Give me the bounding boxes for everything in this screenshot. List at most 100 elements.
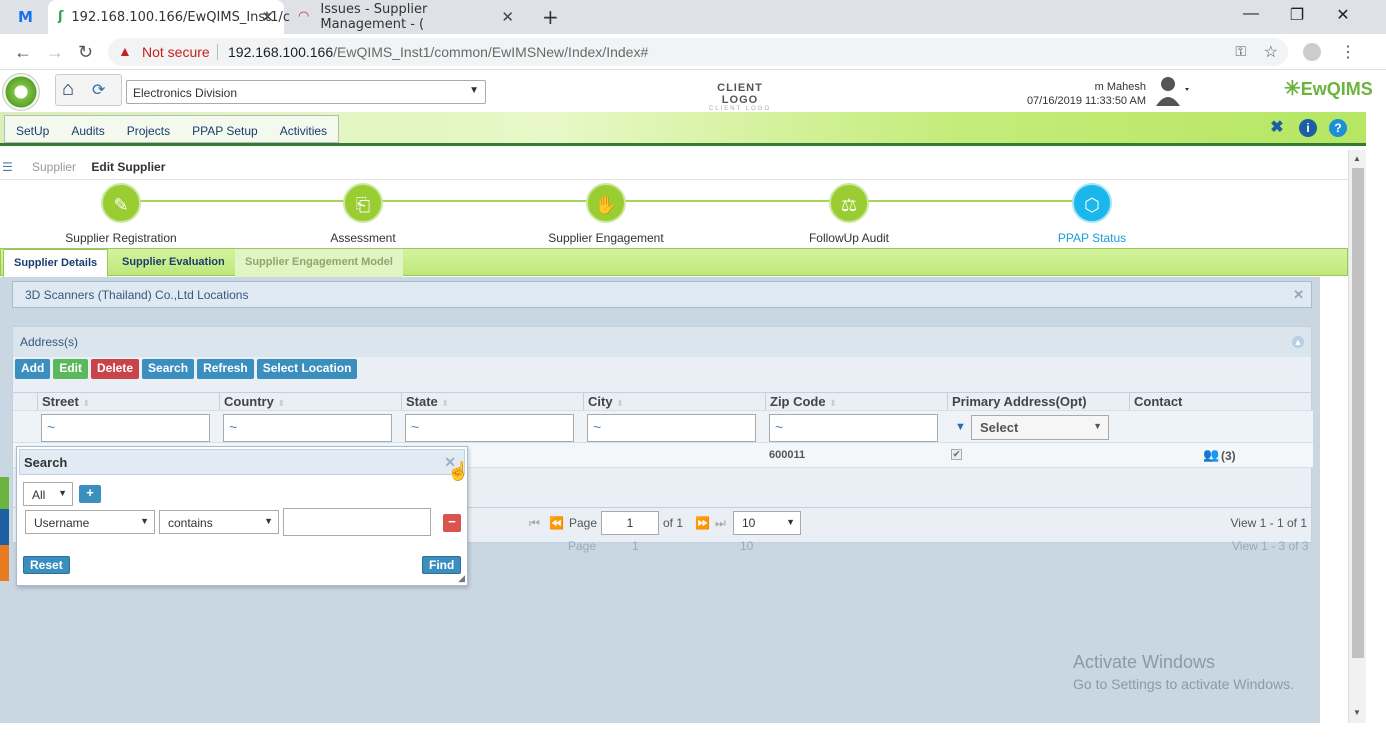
tab-supplier-evaluation[interactable]: Supplier Evaluation	[112, 249, 235, 277]
close-window-icon[interactable]: ✕	[1320, 5, 1366, 25]
tab-supplier-details[interactable]: Supplier Details	[3, 249, 109, 278]
help-icon[interactable]: ?	[1329, 119, 1347, 137]
col-zip-code[interactable]: Zip Code ⬍	[765, 393, 947, 411]
reset-button[interactable]: Reset	[23, 556, 70, 574]
side-color-strips	[0, 477, 9, 581]
forward-icon[interactable]: →	[46, 42, 64, 63]
filter-zip-code[interactable]: ~	[769, 414, 938, 442]
last-page-icon[interactable]: ⏭	[715, 516, 726, 531]
key-icon[interactable]: ⚿	[1235, 43, 1246, 60]
search-button[interactable]: Search	[142, 359, 195, 379]
refresh-icon[interactable]: ⟳	[92, 80, 105, 100]
minimize-icon[interactable]: —	[1228, 5, 1274, 23]
step-ppap-status[interactable]: ⬡ PPAP Status	[1002, 183, 1182, 245]
breadcrumb-supplier[interactable]: Supplier	[32, 160, 76, 174]
first-page-icon[interactable]: ⏮	[529, 516, 540, 531]
search-dialog: Search ✕ All ▼ + Username ▼ contains ▼ −…	[16, 446, 468, 586]
close-tab-icon[interactable]: ✕	[261, 8, 274, 26]
add-rule-button[interactable]: +	[79, 485, 101, 503]
restore-icon[interactable]: ❐	[1274, 5, 1320, 25]
filter-icon[interactable]: ▼	[955, 421, 966, 433]
primary-checkbox[interactable]: ✔	[951, 449, 962, 460]
operator-select[interactable]: contains ▼	[159, 510, 279, 534]
browser-tab-active[interactable]: ʃ 192.168.100.166/EwQIMS_Inst1/c ✕	[48, 0, 290, 34]
view-records: View 1 - 1 of 1	[1230, 516, 1308, 530]
col-city[interactable]: City ⬍	[583, 393, 765, 411]
tab-supplier-engagement-model[interactable]: Supplier Engagement Model	[235, 249, 403, 277]
next-page-icon[interactable]: ⏩	[695, 516, 710, 530]
menu-projects[interactable]: Projects	[116, 116, 181, 142]
prev-page-icon[interactable]: ⏪	[549, 516, 564, 530]
step-followup-audit[interactable]: ⚖ FollowUp Audit	[759, 183, 939, 245]
collapse-icon[interactable]: ▲	[1292, 336, 1304, 348]
division-value: Electronics Division	[133, 86, 238, 100]
division-select[interactable]: Electronics Division ▼	[126, 80, 486, 104]
field-select[interactable]: Username ▼	[25, 510, 155, 534]
close-tab-icon[interactable]: ✕	[501, 8, 514, 26]
scrollbar-thumb[interactable]	[1352, 168, 1364, 658]
new-tab-button[interactable]: +	[532, 0, 562, 34]
filter-city[interactable]: ~	[587, 414, 756, 442]
group-op-select[interactable]: All ▼	[23, 482, 73, 506]
remove-rule-button[interactable]: −	[443, 514, 461, 532]
find-button[interactable]: Find	[422, 556, 462, 574]
step-supplier-registration[interactable]: ✎ Supplier Registration	[31, 183, 211, 245]
select-location-button[interactable]: Select Location	[256, 359, 358, 379]
scroll-up-icon[interactable]: ▲	[1353, 154, 1361, 163]
snowflake-icon: ✳	[1284, 78, 1301, 100]
breadcrumb-toggle-icon[interactable]: ☰	[2, 160, 13, 174]
supplier-tabs: Supplier Details Supplier Evaluation Sup…	[0, 248, 1348, 278]
col-state[interactable]: State ⬍	[401, 393, 583, 411]
page-input[interactable]: 1	[601, 511, 659, 535]
menu-ppap-setup[interactable]: PPAP Setup	[181, 116, 269, 142]
vertical-scrollbar[interactable]: ▲ ▼	[1348, 150, 1366, 723]
col-country[interactable]: Country ⬍	[219, 393, 401, 411]
delete-button[interactable]: Delete	[91, 359, 140, 379]
scroll-down-icon[interactable]: ▼	[1353, 708, 1361, 717]
browser-tab[interactable]: ◠ Issues - Supplier Management - ( ✕	[288, 0, 524, 34]
info-icon[interactable]: i	[1299, 119, 1317, 137]
home-icon[interactable]: ⌂	[62, 78, 74, 101]
filter-state[interactable]: ~	[405, 414, 574, 442]
contacts-icon[interactable]: 👥	[1203, 447, 1219, 463]
refresh-button[interactable]: Refresh	[197, 359, 254, 379]
contacts-count[interactable]: (3)	[1221, 449, 1236, 463]
user-avatar-icon[interactable]	[1154, 74, 1189, 106]
gmail-pinned-tab[interactable]: M	[8, 0, 44, 34]
assessment-icon: ⎗	[343, 183, 383, 223]
filter-primary-select[interactable]: Select ▼	[971, 415, 1109, 440]
add-button[interactable]: Add	[15, 359, 51, 379]
app-logo-icon[interactable]	[2, 73, 40, 111]
activate-windows-watermark: Activate Windows Go to Settings to activ…	[1073, 652, 1294, 692]
menu-audits[interactable]: Audits	[60, 116, 115, 142]
url-field[interactable]: ▲ Not secure 192.168.100.166/EwQIMS_Inst…	[108, 38, 1288, 66]
step-supplier-engagement[interactable]: ✋ Supplier Engagement	[516, 183, 696, 245]
breadcrumb: ☰ Supplier Edit Supplier	[0, 156, 1348, 180]
user-info: m Mahesh 07/16/2019 11:33:50 AM	[1027, 80, 1146, 108]
hand-cursor-icon: ☝	[447, 461, 470, 481]
edit-button[interactable]: Edit	[53, 359, 88, 379]
profile-icon[interactable]	[1303, 43, 1321, 61]
registration-icon: ✎	[101, 183, 141, 223]
star-icon[interactable]: ☆	[1264, 42, 1278, 62]
search-value-input[interactable]	[283, 508, 431, 536]
filter-street[interactable]: ~	[41, 414, 210, 442]
menu-setup[interactable]: SetUp	[5, 116, 60, 142]
gmail-icon: M	[18, 8, 33, 26]
reload-icon[interactable]: ↻	[78, 42, 93, 63]
step-assessment[interactable]: ⎗ Assessment	[273, 183, 453, 245]
pin-icon[interactable]: ✖	[1268, 119, 1286, 137]
menu-dots-icon[interactable]: ⋮	[1340, 42, 1356, 62]
back-icon[interactable]: ←	[14, 42, 32, 63]
menu-activities[interactable]: Activities	[269, 116, 338, 142]
page-size-select[interactable]: 10 ▼	[733, 511, 801, 535]
col-contact[interactable]: Contact	[1129, 393, 1313, 411]
close-icon[interactable]: ✕	[1293, 287, 1304, 303]
resize-handle-icon[interactable]: ◢	[458, 573, 465, 584]
step-label: FollowUp Audit	[808, 231, 890, 245]
security-label: Not secure	[142, 44, 210, 60]
col-primary-address[interactable]: Primary Address(Opt)	[947, 393, 1129, 411]
address-toolbar: Add Edit Delete Search Refresh Select Lo…	[15, 359, 358, 381]
col-street[interactable]: Street ⬍	[37, 393, 219, 411]
filter-country[interactable]: ~	[223, 414, 392, 442]
